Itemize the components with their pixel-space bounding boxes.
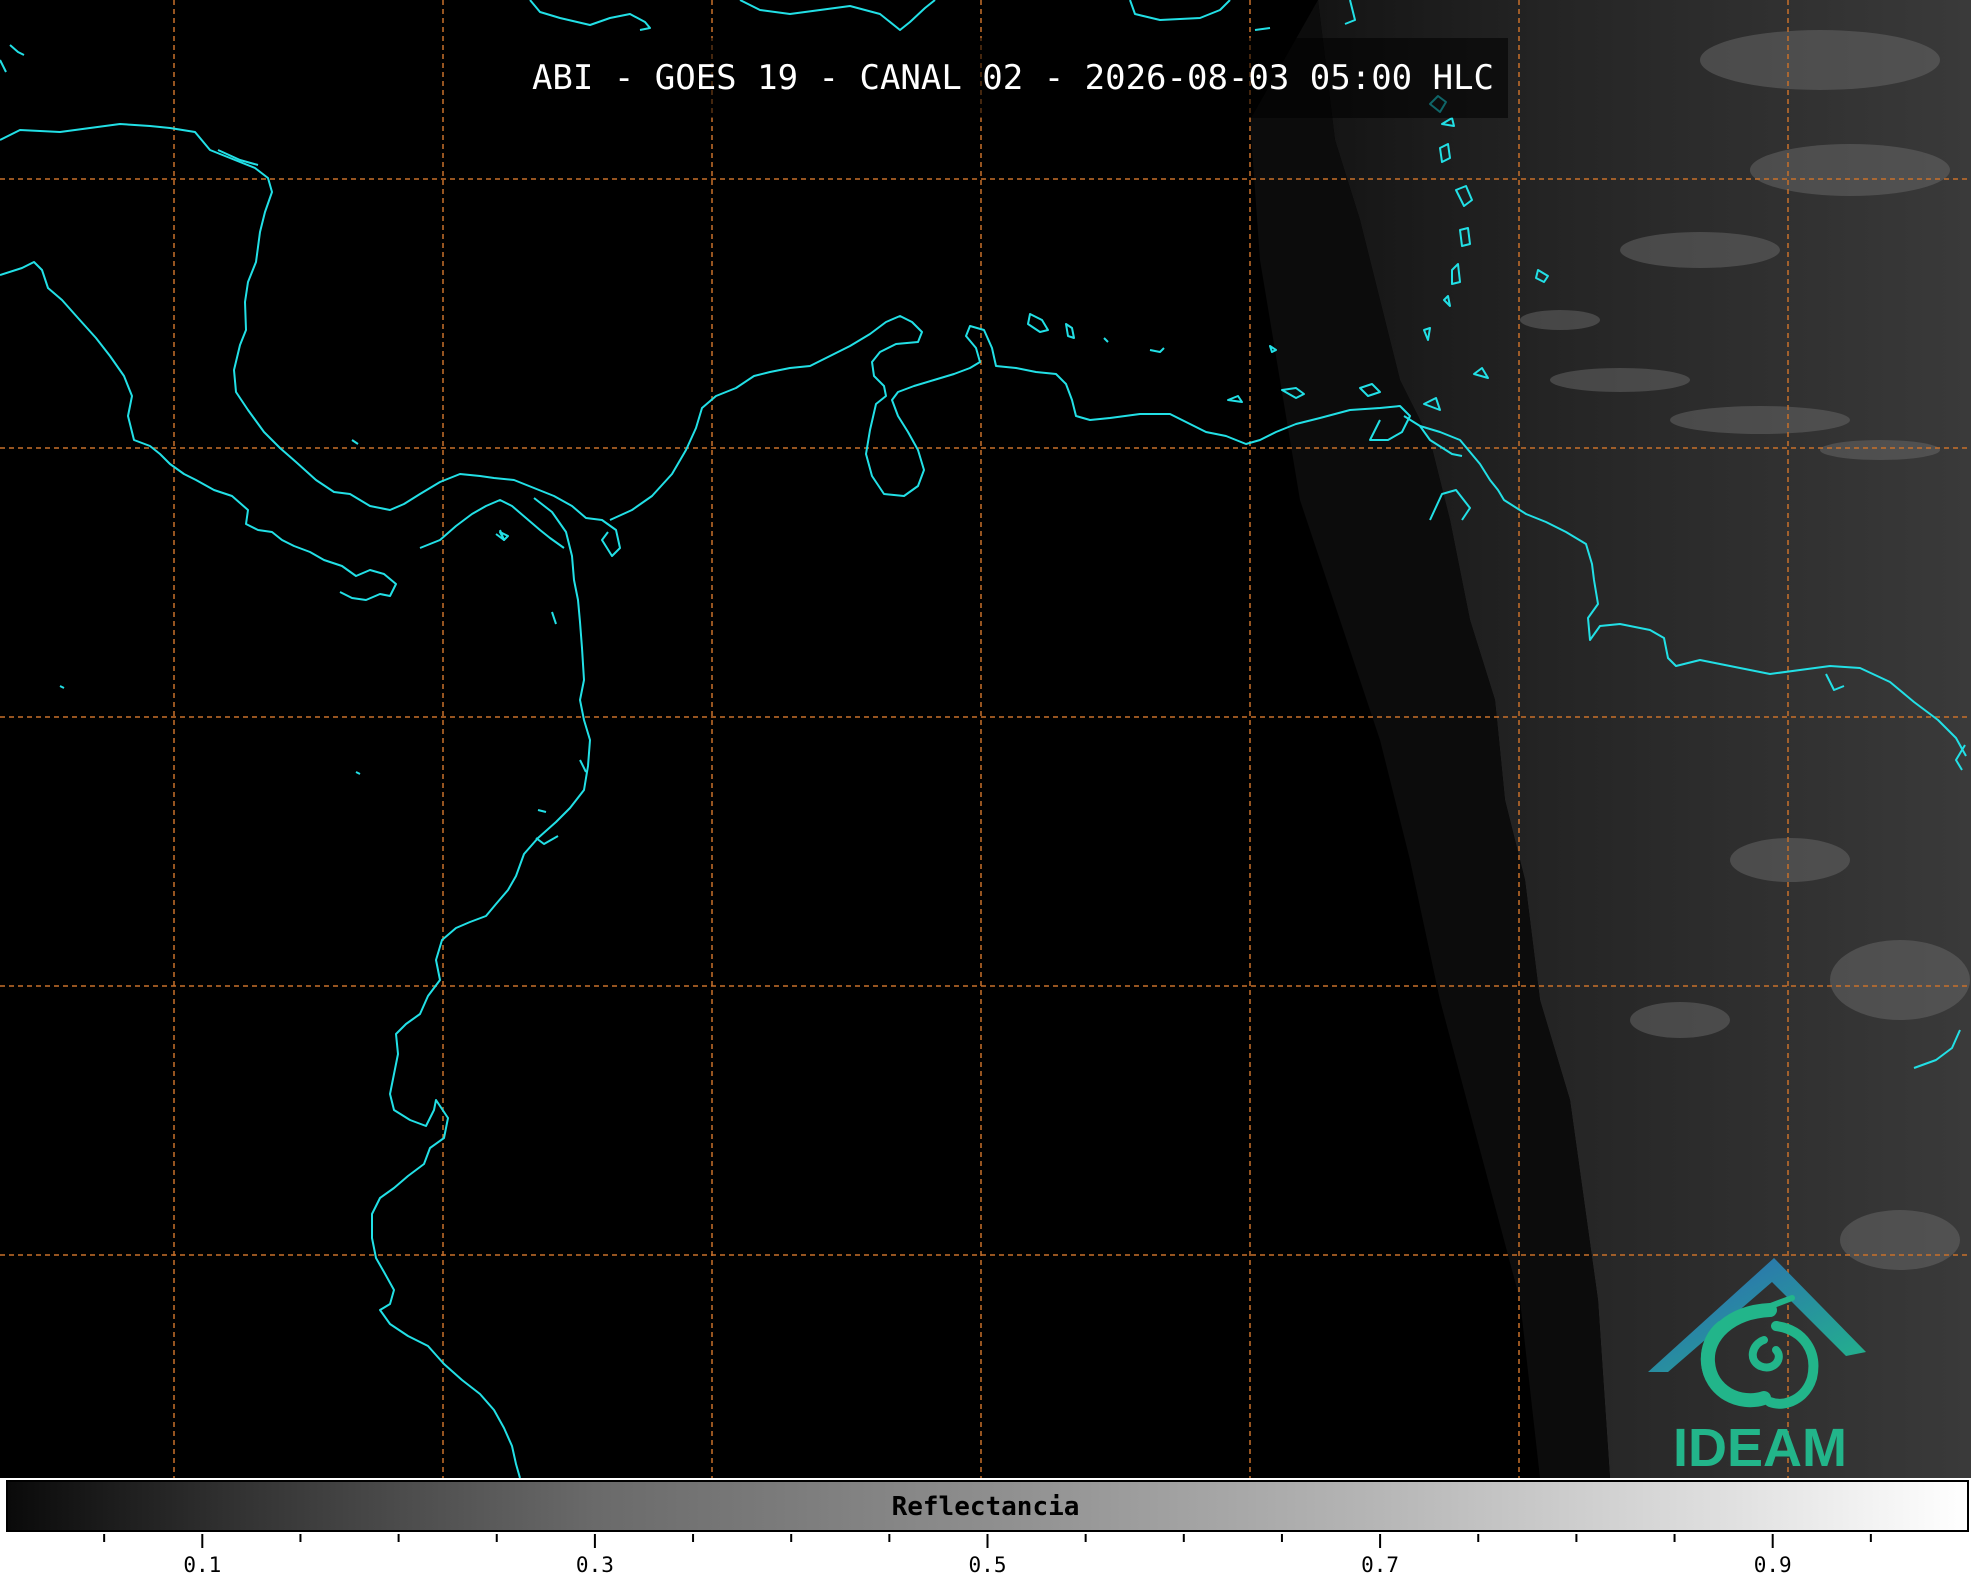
logo-wordmark: IDEAM [1673,1418,1847,1478]
satellite-map[interactable]: IDEAM [0,0,1971,1478]
colorbar-tick-label: 0.9 [1754,1553,1792,1577]
colorbar-tick-label: 0.7 [1361,1553,1399,1577]
colorbar-label: Reflectancia [891,1492,1080,1522]
colorbar-axis: 0.1 0.3 0.5 0.7 0.9 [103,1534,1872,1577]
colorbar: Reflectancia 0.1 0.3 0.5 0.7 0.9 [0,1478,1971,1577]
colorbar-tick-label: 0.5 [969,1553,1007,1577]
map-title: ABI - GOES 19 - CANAL 02 - 2026-08-03 05… [518,38,1508,118]
colorbar-tick-label: 0.3 [576,1553,614,1577]
colorbar-tick-label: 0.1 [183,1553,221,1577]
